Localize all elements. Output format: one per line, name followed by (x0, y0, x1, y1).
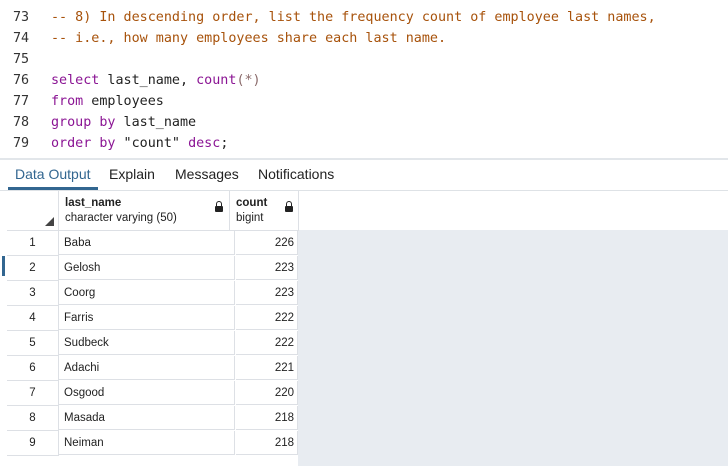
code-token: last_name, (99, 73, 197, 88)
cell-count[interactable]: 226 (236, 231, 298, 255)
code-token: desc (188, 136, 221, 151)
column-type: character varying (50) (65, 212, 177, 224)
code-line[interactable]: 76 select last_name, count(*) (0, 70, 728, 91)
code-token: group by (51, 115, 116, 130)
line-number: 78 (13, 115, 30, 130)
code-token: ; (220, 136, 229, 151)
table-row[interactable]: 6 Adachi 221 (7, 356, 298, 381)
code-token: "count" (115, 136, 189, 151)
line-number: 75 (13, 52, 30, 67)
code-text: group by last_name (51, 112, 196, 133)
code-line[interactable]: 78 group by last_name (0, 112, 728, 133)
table-row[interactable]: 1 Baba 226 (7, 231, 298, 256)
table-row[interactable]: 9 Neiman 218 (7, 431, 298, 456)
data-output-grid: last_name character varying (50) count b… (0, 191, 728, 466)
code-line[interactable]: 73 -- 8) In descending order, list the fr… (0, 7, 728, 28)
code-text: -- 8) In descending order, list the freq… (51, 7, 656, 28)
table-row[interactable]: 3 Coorg 223 (7, 281, 298, 306)
row-number[interactable]: 8 (7, 406, 59, 431)
column-name: count (236, 197, 268, 209)
line-number: 79 (13, 136, 30, 151)
results-tab-bar: Data Output Explain Messages Notificatio… (0, 160, 728, 191)
table-row[interactable]: 7 Osgood 220 (7, 381, 298, 406)
column-type: bigint (236, 212, 264, 224)
line-number: 74 (13, 31, 30, 46)
row-number[interactable]: 2 (7, 256, 59, 281)
cell-count[interactable]: 221 (236, 356, 298, 380)
code-line[interactable]: 77 from employees (0, 91, 728, 112)
row-number[interactable]: 1 (7, 231, 59, 256)
code-token: -- 8) In descending order, list the freq… (51, 10, 656, 25)
cell-last-name[interactable]: Farris (59, 306, 235, 330)
column-header-last-name[interactable]: last_name character varying (50) (59, 191, 230, 231)
cell-last-name[interactable]: Gelosh (59, 256, 235, 280)
lock-icon (215, 201, 223, 212)
code-line[interactable]: 74 -- i.e., how many employees share each… (0, 28, 728, 49)
code-token: order by (51, 136, 116, 151)
grid-empty-area (298, 230, 728, 466)
cell-last-name[interactable]: Adachi (59, 356, 235, 380)
cell-last-name[interactable]: Coorg (59, 281, 235, 305)
code-token: (*) (236, 73, 261, 88)
row-number[interactable]: 5 (7, 331, 59, 356)
row-number[interactable]: 9 (7, 431, 59, 456)
code-token: select (51, 73, 100, 88)
active-tab-indicator (8, 187, 98, 190)
table-row[interactable]: 8 Masada 218 (7, 406, 298, 431)
cell-last-name[interactable]: Neiman (59, 431, 235, 455)
code-token: from (51, 94, 84, 109)
table-row[interactable]: 5 Sudbeck 222 (7, 331, 298, 356)
table-row[interactable]: 4 Farris 222 (7, 306, 298, 331)
code-text: order by "count" desc; (51, 133, 228, 154)
cell-count[interactable]: 223 (236, 281, 298, 305)
cell-count[interactable]: 223 (236, 256, 298, 280)
code-token: last_name (115, 115, 197, 130)
code-token: count (196, 73, 237, 88)
code-text: -- i.e., how many employees share each l… (51, 28, 446, 49)
code-text: select last_name, count(*) (51, 70, 261, 91)
cell-last-name[interactable]: Osgood (59, 381, 235, 405)
cell-count[interactable]: 222 (236, 306, 298, 330)
code-line[interactable]: 75 (0, 49, 728, 70)
row-number[interactable]: 6 (7, 356, 59, 381)
code-token: employees (83, 94, 164, 109)
tab-messages[interactable]: Messages (175, 166, 239, 182)
column-header-count[interactable]: count bigint (230, 191, 299, 231)
lock-icon (285, 201, 293, 212)
code-line[interactable]: 79 order by "count" desc; (0, 133, 728, 154)
cell-count[interactable]: 218 (236, 431, 298, 455)
cell-last-name[interactable]: Sudbeck (59, 331, 235, 355)
cell-last-name[interactable]: Baba (59, 231, 235, 255)
cell-count[interactable]: 220 (236, 381, 298, 405)
table-row[interactable]: 2 Gelosh 223 (7, 256, 298, 281)
tab-notifications[interactable]: Notifications (258, 166, 334, 182)
cell-last-name[interactable]: Masada (59, 406, 235, 430)
select-all-triangle-icon (45, 217, 54, 226)
line-number: 76 (13, 73, 30, 88)
code-text: from employees (51, 91, 164, 112)
select-all-corner[interactable] (7, 191, 59, 231)
row-number[interactable]: 7 (7, 381, 59, 406)
sql-editor[interactable]: 73 -- 8) In descending order, list the fr… (0, 0, 728, 158)
column-name: last_name (65, 197, 122, 209)
row-number[interactable]: 3 (7, 281, 59, 306)
code-token: -- i.e., how many employees share each l… (51, 31, 447, 46)
row-number[interactable]: 4 (7, 306, 59, 331)
line-number: 73 (13, 10, 30, 25)
cell-count[interactable]: 222 (236, 331, 298, 355)
line-number: 77 (13, 94, 30, 109)
row-selection-marker (2, 256, 5, 276)
cell-count[interactable]: 218 (236, 406, 298, 430)
tab-data-output[interactable]: Data Output (15, 166, 91, 182)
tab-explain[interactable]: Explain (109, 166, 155, 182)
